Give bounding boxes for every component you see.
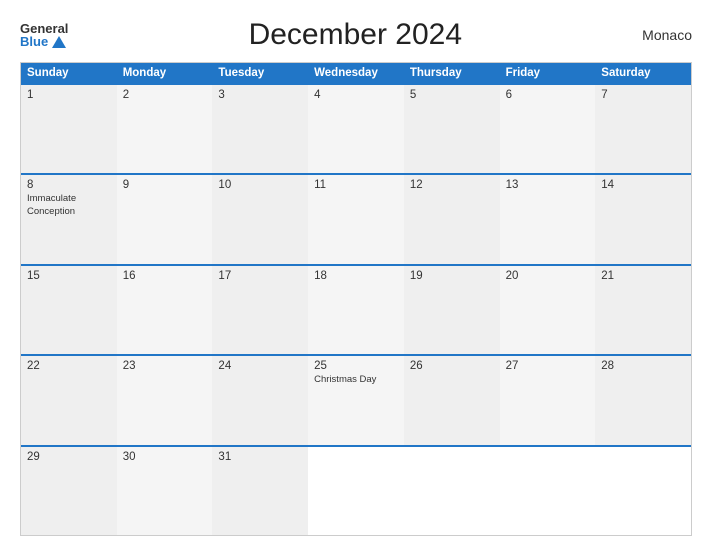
calendar-cell: 27 <box>500 356 596 444</box>
calendar-cell: 17 <box>212 266 308 354</box>
day-number: 14 <box>601 179 685 191</box>
calendar-cell: 24 <box>212 356 308 444</box>
calendar-cell: 14 <box>595 175 691 263</box>
calendar-cell: 29 <box>21 447 117 535</box>
day-number: 24 <box>218 360 302 372</box>
calendar-cell: 23 <box>117 356 213 444</box>
country-label: Monaco <box>642 27 692 43</box>
calendar-cell: 13 <box>500 175 596 263</box>
day-number: 11 <box>314 179 398 191</box>
calendar-cell: 8 Immaculate Conception <box>21 175 117 263</box>
day-number: 2 <box>123 89 207 101</box>
day-number: 21 <box>601 270 685 282</box>
calendar-cell: 5 <box>404 85 500 173</box>
day-number: 27 <box>506 360 590 372</box>
day-number: 4 <box>314 89 398 101</box>
calendar-week-2: 8 Immaculate Conception 9 10 11 12 13 14 <box>21 173 691 263</box>
day-number: 18 <box>314 270 398 282</box>
day-number: 1 <box>27 89 111 101</box>
calendar-cell: 3 <box>212 85 308 173</box>
calendar-week-4: 22 23 24 25 Christmas Day 26 27 28 <box>21 354 691 444</box>
day-number: 31 <box>218 451 302 463</box>
calendar-cell: 9 <box>117 175 213 263</box>
calendar-cell: 20 <box>500 266 596 354</box>
calendar-header: SundayMondayTuesdayWednesdayThursdayFrid… <box>21 63 691 83</box>
page: General Blue December 2024 Monaco Sunday… <box>0 0 712 550</box>
calendar: SundayMondayTuesdayWednesdayThursdayFrid… <box>20 62 692 536</box>
calendar-cell: 30 <box>117 447 213 535</box>
calendar-cell: 21 <box>595 266 691 354</box>
calendar-cell: 18 <box>308 266 404 354</box>
day-number: 12 <box>410 179 494 191</box>
day-number: 19 <box>410 270 494 282</box>
weekday-header-monday: Monday <box>117 63 213 83</box>
calendar-cell: 28 <box>595 356 691 444</box>
day-number: 5 <box>410 89 494 101</box>
weekday-header-tuesday: Tuesday <box>212 63 308 83</box>
day-number: 9 <box>123 179 207 191</box>
calendar-cell: 26 <box>404 356 500 444</box>
day-number: 30 <box>123 451 207 463</box>
day-number: 13 <box>506 179 590 191</box>
weekday-header-sunday: Sunday <box>21 63 117 83</box>
calendar-cell: 6 <box>500 85 596 173</box>
weekday-header-saturday: Saturday <box>595 63 691 83</box>
weekday-header-thursday: Thursday <box>404 63 500 83</box>
calendar-cell <box>308 447 404 535</box>
calendar-cell: 12 <box>404 175 500 263</box>
day-number: 17 <box>218 270 302 282</box>
day-number: 10 <box>218 179 302 191</box>
calendar-cell: 25 Christmas Day <box>308 356 404 444</box>
day-number: 3 <box>218 89 302 101</box>
calendar-week-3: 15 16 17 18 19 20 21 <box>21 264 691 354</box>
calendar-cell: 22 <box>21 356 117 444</box>
day-number: 6 <box>506 89 590 101</box>
weekday-header-friday: Friday <box>500 63 596 83</box>
calendar-cell: 1 <box>21 85 117 173</box>
calendar-cell: 16 <box>117 266 213 354</box>
calendar-cell <box>500 447 596 535</box>
day-number: 7 <box>601 89 685 101</box>
calendar-cell: 7 <box>595 85 691 173</box>
day-number: 15 <box>27 270 111 282</box>
calendar-cell <box>404 447 500 535</box>
weekday-header-wednesday: Wednesday <box>308 63 404 83</box>
calendar-cell: 10 <box>212 175 308 263</box>
day-number: 22 <box>27 360 111 372</box>
day-number: 20 <box>506 270 590 282</box>
day-number: 28 <box>601 360 685 372</box>
calendar-cell: 31 <box>212 447 308 535</box>
day-number: 26 <box>410 360 494 372</box>
calendar-week-5: 29 30 31 <box>21 445 691 535</box>
calendar-cell: 11 <box>308 175 404 263</box>
day-number: 8 <box>27 179 111 191</box>
calendar-cell: 15 <box>21 266 117 354</box>
event-label: Immaculate Conception <box>27 193 111 218</box>
logo: General Blue <box>20 22 68 48</box>
logo-triangle-icon <box>52 36 66 48</box>
calendar-cell: 19 <box>404 266 500 354</box>
day-number: 29 <box>27 451 111 463</box>
calendar-week-1: 1234567 <box>21 83 691 173</box>
day-number: 25 <box>314 360 398 372</box>
calendar-body: 12345678Immaculate Conception91011121314… <box>21 83 691 535</box>
day-number: 16 <box>123 270 207 282</box>
day-number: 23 <box>123 360 207 372</box>
calendar-title: December 2024 <box>249 18 462 52</box>
calendar-cell <box>595 447 691 535</box>
calendar-cell: 4 <box>308 85 404 173</box>
event-label: Christmas Day <box>314 374 398 386</box>
calendar-cell: 2 <box>117 85 213 173</box>
logo-blue-text: Blue <box>20 35 66 48</box>
header: General Blue December 2024 Monaco <box>20 18 692 52</box>
